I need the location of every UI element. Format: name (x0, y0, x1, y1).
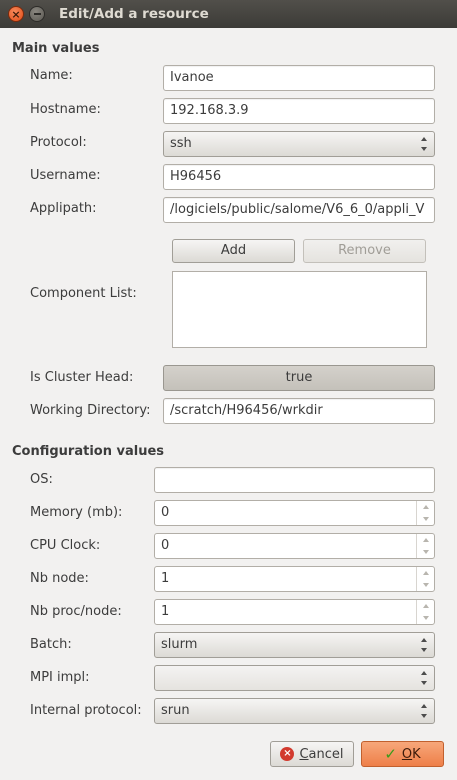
os-input[interactable] (154, 467, 435, 493)
os-label: OS: (30, 472, 53, 487)
is-cluster-head-label: Is Cluster Head: (30, 370, 134, 385)
increment-icon[interactable] (417, 501, 434, 513)
applipath-label: Applipath: (30, 201, 97, 216)
protocol-label: Protocol: (30, 135, 87, 150)
username-input[interactable]: H96456 (163, 164, 435, 190)
name-label: Name: (30, 68, 73, 83)
component-list[interactable] (172, 271, 427, 348)
memory-spinbox[interactable]: 0 (154, 500, 435, 526)
ok-button[interactable]: ✓ OK (361, 741, 444, 767)
cancel-icon: × (280, 747, 295, 761)
protocol-value: ssh (170, 136, 192, 151)
component-list-label: Component List: (30, 286, 137, 301)
increment-icon[interactable] (417, 534, 434, 546)
main-values-heading: Main values (12, 41, 100, 56)
nb-node-label: Nb node: (30, 571, 89, 586)
applipath-input[interactable]: /logiciels/public/salome/V6_6_0/appli_V (163, 197, 435, 223)
minimize-window-button[interactable] (29, 6, 45, 22)
is-cluster-head-toggle[interactable]: true (163, 365, 435, 391)
increment-icon[interactable] (417, 600, 434, 612)
configuration-values-heading: Configuration values (12, 444, 165, 459)
title-bar: × Edit/Add a resource (0, 0, 457, 28)
cancel-label: Cancel (299, 746, 344, 762)
batch-select[interactable]: slurm (154, 632, 435, 658)
protocol-select[interactable]: ssh (163, 131, 435, 157)
nb-node-value: 1 (161, 571, 170, 586)
updown-arrows-icon (420, 137, 428, 151)
nb-proc-node-value: 1 (161, 604, 170, 619)
cpu-clock-spinbox[interactable]: 0 (154, 533, 435, 559)
name-input[interactable]: Ivanoe (163, 65, 435, 91)
checkmark-icon: ✓ (384, 744, 397, 763)
working-directory-label: Working Directory: (30, 403, 151, 418)
updown-arrows-icon (420, 638, 428, 652)
batch-value: slurm (161, 637, 198, 652)
remove-button[interactable]: Remove (303, 239, 426, 263)
decrement-icon[interactable] (417, 546, 434, 558)
window-title: Edit/Add a resource (59, 6, 209, 22)
ok-label: OK (401, 746, 421, 762)
cancel-button[interactable]: × Cancel (270, 741, 354, 767)
close-window-button[interactable]: × (8, 6, 24, 22)
decrement-icon[interactable] (417, 612, 434, 624)
nb-proc-node-label: Nb proc/node: (30, 604, 122, 619)
username-label: Username: (30, 168, 101, 183)
internal-protocol-select[interactable]: srun (154, 698, 435, 724)
updown-arrows-icon (420, 704, 428, 718)
memory-label: Memory (mb): (30, 505, 123, 520)
mpi-impl-select[interactable] (154, 665, 435, 691)
batch-label: Batch: (30, 637, 72, 652)
hostname-label: Hostname: (30, 102, 101, 117)
working-directory-input[interactable]: /scratch/H96456/wrkdir (163, 398, 435, 424)
nb-node-spinbox[interactable]: 1 (154, 566, 435, 592)
close-icon: × (11, 7, 21, 21)
updown-arrows-icon (420, 671, 428, 685)
decrement-icon[interactable] (417, 579, 434, 591)
nb-proc-node-spinbox[interactable]: 1 (154, 599, 435, 625)
cpu-clock-label: CPU Clock: (30, 538, 101, 553)
decrement-icon[interactable] (417, 513, 434, 525)
hostname-input[interactable]: 192.168.3.9 (163, 98, 435, 124)
cpu-clock-value: 0 (161, 538, 170, 553)
internal-protocol-value: srun (161, 703, 190, 718)
memory-value: 0 (161, 505, 170, 520)
increment-icon[interactable] (417, 567, 434, 579)
mpi-impl-label: MPI impl: (30, 670, 90, 685)
internal-protocol-label: Internal protocol: (30, 703, 142, 718)
add-button[interactable]: Add (172, 239, 295, 263)
